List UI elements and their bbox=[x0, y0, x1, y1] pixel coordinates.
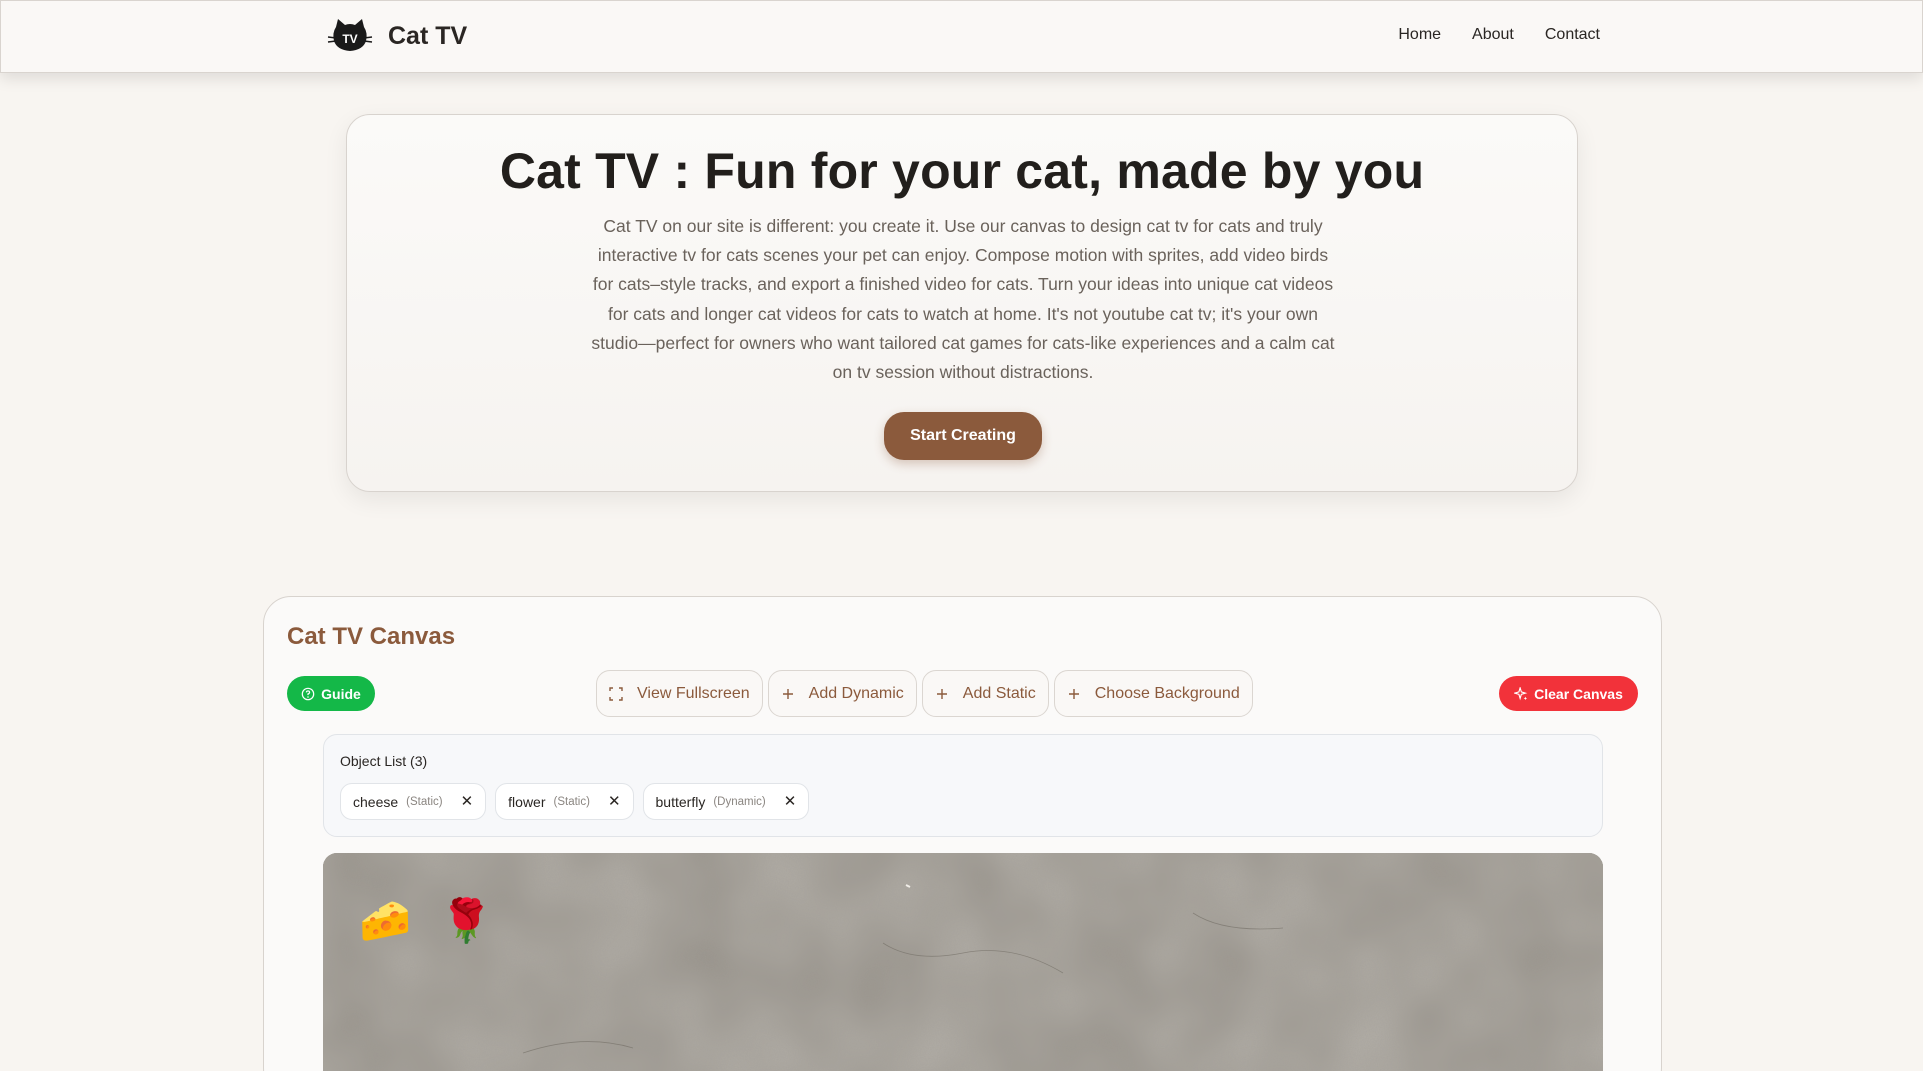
object-chip-butterfly[interactable]: butterfly (Dynamic) ✕ bbox=[642, 783, 810, 820]
clear-canvas-button[interactable]: Clear Canvas bbox=[1499, 676, 1638, 711]
cheese-sprite[interactable]: 🧀 bbox=[359, 900, 411, 942]
site-header: TV Cat TV Home About Contact bbox=[0, 0, 1923, 73]
nav-contact-link[interactable]: Contact bbox=[1545, 26, 1600, 44]
hero-card: Cat TV : Fun for your cat, made by you C… bbox=[346, 114, 1578, 492]
add-dynamic-label: Add Dynamic bbox=[808, 684, 904, 702]
object-chip-type: (Dynamic) bbox=[713, 795, 766, 808]
object-list-title: Object List (3) bbox=[340, 753, 428, 769]
svg-text:TV: TV bbox=[342, 32, 357, 46]
canvas-title: Cat TV Canvas bbox=[287, 623, 456, 650]
fullscreen-icon bbox=[609, 686, 623, 701]
nav-home-link[interactable]: Home bbox=[1398, 26, 1441, 44]
hero-description: Cat TV on our site is different: you cre… bbox=[591, 216, 1335, 383]
object-chip-name: flower bbox=[508, 793, 546, 810]
guide-label: Guide bbox=[321, 685, 361, 702]
sparkles-icon bbox=[1514, 686, 1528, 700]
object-chip-flower[interactable]: flower (Static) ✕ bbox=[495, 783, 634, 820]
start-creating-button[interactable]: Start Creating bbox=[884, 412, 1042, 460]
help-circle-icon bbox=[301, 687, 315, 700]
brand-name: Cat TV bbox=[388, 21, 468, 50]
view-fullscreen-button[interactable]: View Fullscreen bbox=[596, 670, 763, 717]
nav-about-link[interactable]: About bbox=[1472, 26, 1514, 44]
choose-background-button[interactable]: Choose Background bbox=[1053, 670, 1253, 717]
object-chip-name: butterfly bbox=[655, 793, 706, 810]
flower-sprite[interactable]: 🌹 bbox=[440, 900, 492, 942]
cat-tv-stage[interactable]: 🧀 🌹 bbox=[323, 853, 1603, 1071]
object-chip-cheese[interactable]: cheese (Static) ✕ bbox=[340, 783, 487, 820]
brand-logo[interactable]: TV Cat TV bbox=[326, 17, 467, 55]
add-static-label: Add Static bbox=[962, 684, 1036, 702]
guide-button[interactable]: Guide bbox=[287, 676, 375, 711]
object-chip-type: (Static) bbox=[553, 795, 590, 808]
concrete-background bbox=[323, 853, 1603, 1071]
object-chips: cheese (Static) ✕ flower (Static) ✕ butt… bbox=[340, 783, 810, 820]
add-dynamic-button[interactable]: Add Dynamic bbox=[767, 670, 917, 717]
plus-icon bbox=[782, 688, 793, 699]
choose-background-label: Choose Background bbox=[1094, 684, 1240, 702]
plus-icon bbox=[1068, 688, 1079, 699]
object-list-panel: Object List (3) cheese (Static) ✕ flower… bbox=[323, 734, 1603, 837]
main-nav: Home About Contact bbox=[1398, 26, 1600, 44]
canvas-section: Cat TV Canvas Guide View Fullscreen Add … bbox=[263, 596, 1662, 1071]
hero-title: Cat TV : Fun for your cat, made by you bbox=[499, 143, 1425, 199]
cat-tv-logo-icon: TV bbox=[327, 19, 373, 51]
remove-object-icon[interactable]: ✕ bbox=[784, 794, 797, 809]
canvas-toolbar: View Fullscreen Add Dynamic Add Static C… bbox=[596, 670, 1253, 717]
remove-object-icon[interactable]: ✕ bbox=[608, 794, 621, 809]
remove-object-icon[interactable]: ✕ bbox=[461, 794, 474, 809]
object-chip-type: (Static) bbox=[406, 795, 443, 808]
view-fullscreen-label: View Fullscreen bbox=[637, 684, 750, 702]
object-chip-name: cheese bbox=[353, 793, 399, 810]
plus-icon bbox=[936, 688, 947, 699]
add-static-button[interactable]: Add Static bbox=[921, 670, 1049, 717]
clear-canvas-label: Clear Canvas bbox=[1534, 685, 1623, 702]
